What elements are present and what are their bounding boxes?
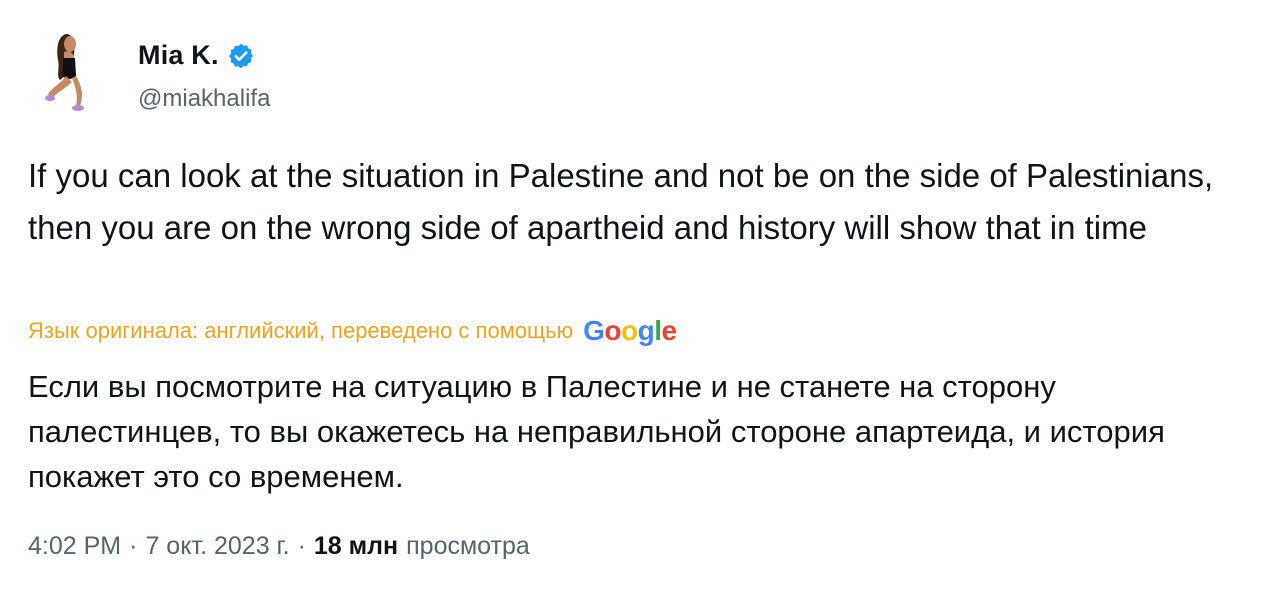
translation-note: Язык оригинала: английский, переведено с…: [28, 318, 574, 343]
avatar[interactable]: [30, 28, 118, 116]
views-count[interactable]: 18 млн: [314, 532, 398, 561]
verified-badge-icon[interactable]: [227, 42, 255, 70]
author-display-name[interactable]: Mia K.: [138, 40, 219, 71]
author-name-row: Mia K.: [138, 40, 255, 71]
tweet-time[interactable]: 4:02 PM: [28, 532, 121, 561]
tweet-date[interactable]: 7 окт. 2023 г.: [145, 532, 289, 561]
tweet-card: Mia K. @miakhalifa If you can look at th…: [0, 0, 1280, 594]
translated-text: Если вы посмотрите на ситуацию в Палести…: [28, 369, 1165, 494]
avatar-figure-icon: [30, 28, 118, 116]
translation-attribution: Язык оригинала: английский, переведено с…: [28, 314, 677, 348]
meta-separator: ·: [297, 532, 306, 560]
meta-separator: ·: [129, 532, 138, 560]
author-handle[interactable]: @miakhalifa: [138, 85, 270, 113]
tweet-meta: 4:02 PM · 7 окт. 2023 г. · 18 млн просмо…: [28, 532, 530, 561]
google-logo: Google: [583, 315, 677, 346]
tweet-text: If you can look at the situation in Pale…: [28, 157, 1214, 246]
views-label: просмотра: [406, 532, 530, 560]
